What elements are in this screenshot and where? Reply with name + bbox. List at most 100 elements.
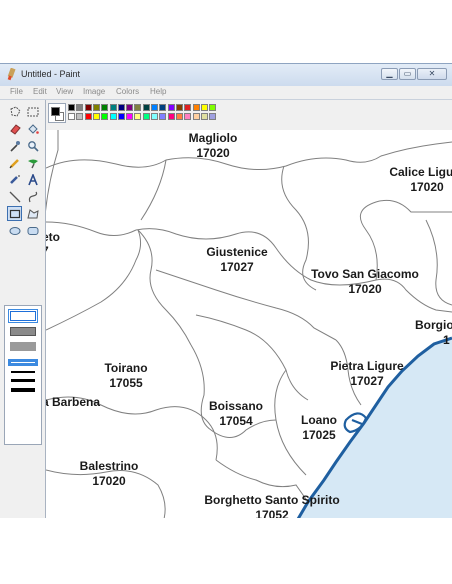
- place-name: Loano: [301, 413, 337, 427]
- palette-color-swatch[interactable]: [117, 113, 125, 120]
- text-tool[interactable]: [25, 172, 40, 187]
- eyedropper-icon: [9, 140, 20, 152]
- place-cap: 17025: [302, 428, 336, 442]
- place-cap: 17052: [255, 508, 289, 518]
- place-name: Tovo San Giacomo: [311, 267, 419, 281]
- palette-color-swatch[interactable]: [167, 113, 175, 120]
- palette-color-swatch[interactable]: [68, 113, 75, 120]
- pencil-tool[interactable]: [7, 155, 22, 170]
- place-name: Calice Ligure: [389, 165, 452, 179]
- palette-color-swatch[interactable]: [84, 113, 92, 120]
- menu-view[interactable]: View: [56, 87, 73, 96]
- palette-color-swatch[interactable]: [126, 113, 134, 120]
- rounded-rectangle-tool[interactable]: [25, 223, 40, 238]
- palette-color-swatch[interactable]: [134, 104, 142, 111]
- pencil-icon: [9, 158, 19, 168]
- place-name: Borgio: [415, 318, 452, 332]
- palette-color-swatch[interactable]: [151, 113, 158, 120]
- palette-color-swatch[interactable]: [76, 113, 84, 120]
- palette-color-swatch[interactable]: [175, 104, 183, 111]
- palette-color-swatch[interactable]: [142, 113, 150, 120]
- palette-color-swatch[interactable]: [109, 104, 117, 111]
- maximize-button[interactable]: ▭: [399, 68, 416, 80]
- color-palette-bar: [46, 100, 452, 130]
- magnifier-icon: [27, 140, 39, 152]
- drawing-canvas[interactable]: Magliolo 17020 Calice Ligure 17020 eto 7…: [46, 130, 452, 518]
- palette-color-swatch[interactable]: [192, 113, 200, 120]
- palette-color-swatch[interactable]: [117, 104, 125, 111]
- palette-color-swatch[interactable]: [126, 104, 134, 111]
- palette-color-swatch[interactable]: [209, 104, 217, 111]
- menu-file[interactable]: File: [10, 87, 23, 96]
- palette-color-swatch[interactable]: [200, 104, 208, 111]
- rectangle-icon: [9, 209, 20, 218]
- fill-style-fill[interactable]: [10, 342, 36, 351]
- close-button[interactable]: ✕: [417, 68, 447, 80]
- palette-color-swatch[interactable]: [175, 113, 183, 120]
- airbrush-tool[interactable]: [7, 172, 22, 187]
- brush-tool[interactable]: [25, 155, 40, 170]
- color-picker-tool[interactable]: [7, 138, 22, 153]
- select-tool[interactable]: [25, 104, 40, 119]
- place-name: Magliolo: [189, 131, 238, 145]
- palette-color-swatch[interactable]: [142, 104, 150, 111]
- place-name: Pietra Ligure: [330, 359, 404, 373]
- fill-style-outline-fill[interactable]: [10, 327, 36, 336]
- palette-color-swatch[interactable]: [159, 113, 167, 120]
- palette-color-swatch[interactable]: [200, 113, 208, 120]
- menu-bar: File Edit View Image Colors Help: [0, 86, 452, 100]
- title-bar: Untitled - Paint ▁ ▭ ✕: [0, 64, 452, 86]
- magnifier-tool[interactable]: [25, 138, 40, 153]
- palette-color-swatch[interactable]: [159, 104, 167, 111]
- palette-color-swatch[interactable]: [101, 104, 109, 111]
- fill-tool[interactable]: [25, 121, 40, 136]
- menu-image[interactable]: Image: [83, 87, 105, 96]
- line-width-4[interactable]: [11, 388, 35, 392]
- curve-tool[interactable]: [25, 189, 40, 204]
- menu-colors[interactable]: Colors: [116, 87, 139, 96]
- palette-color-swatch[interactable]: [184, 113, 192, 120]
- place-name: Boissano: [209, 399, 263, 413]
- palette-color-swatch[interactable]: [76, 104, 84, 111]
- polygon-tool[interactable]: [25, 206, 40, 221]
- text-a-icon: [27, 173, 38, 185]
- select-icon: [27, 107, 38, 116]
- place-cap: 17055: [109, 376, 143, 390]
- place-name: Balestrino: [80, 459, 139, 473]
- place-cap: 17027: [350, 374, 384, 388]
- palette-color-swatch[interactable]: [84, 104, 92, 111]
- palette-color-swatch[interactable]: [68, 104, 75, 111]
- line-tool[interactable]: [7, 189, 22, 204]
- palette-color-swatch[interactable]: [92, 113, 100, 120]
- line-width-2[interactable]: [11, 371, 35, 373]
- menu-help[interactable]: Help: [150, 87, 166, 96]
- ellipse-tool[interactable]: [7, 223, 22, 238]
- fill-bucket-icon: [27, 123, 39, 134]
- palette-color-swatch[interactable]: [101, 113, 109, 120]
- color-selector[interactable]: [48, 103, 66, 123]
- line-width-3[interactable]: [11, 379, 35, 382]
- palette-color-swatch[interactable]: [167, 104, 175, 111]
- palette-color-swatch[interactable]: [109, 113, 117, 120]
- palette-color-swatch[interactable]: [184, 104, 192, 111]
- tool-options-panel: [4, 305, 42, 445]
- eraser-tool[interactable]: [7, 121, 22, 136]
- palette-color-swatch[interactable]: [192, 104, 200, 111]
- airbrush-icon: [9, 174, 20, 184]
- place-cap: 17020: [410, 180, 444, 194]
- line-width-1-bar: [11, 362, 35, 363]
- palette-color-swatch[interactable]: [209, 113, 217, 120]
- palette-color-swatch[interactable]: [151, 104, 158, 111]
- fill-style-outline[interactable]: [8, 309, 38, 323]
- palette-color-swatch[interactable]: [134, 113, 142, 120]
- place-name: a Barbena: [46, 395, 100, 409]
- free-form-select-icon: [9, 105, 21, 117]
- palette-color-swatch[interactable]: [92, 104, 100, 111]
- minimize-button[interactable]: ▁: [381, 68, 398, 80]
- map-drawing: Magliolo 17020 Calice Ligure 17020 eto 7…: [46, 130, 452, 518]
- free-form-select-tool[interactable]: [7, 104, 22, 119]
- foreground-color-swatch[interactable]: [51, 107, 60, 116]
- place-cap: 17027: [220, 260, 254, 274]
- rectangle-tool[interactable]: [7, 206, 22, 221]
- menu-edit[interactable]: Edit: [33, 87, 47, 96]
